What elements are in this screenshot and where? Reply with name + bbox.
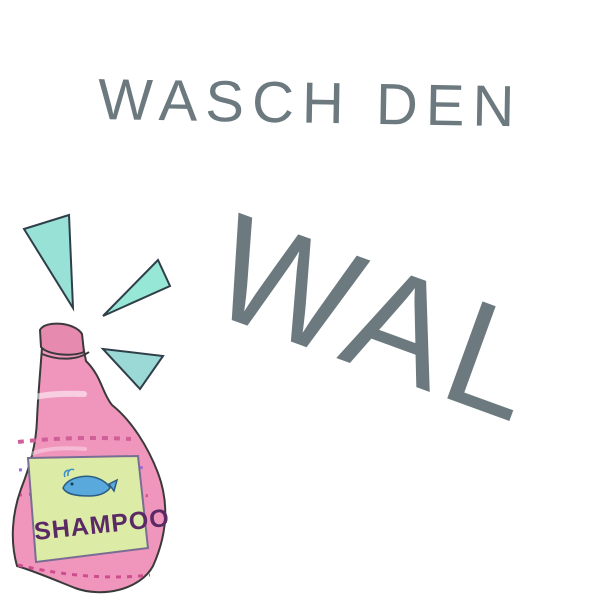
shampoo-bottle-icon: SHAMPOO (11, 322, 171, 594)
bottle-label-text: SHAMPOO (33, 504, 171, 546)
illustration-canvas: WASCH DEN WAL SHAMPOO (0, 0, 600, 600)
whale-icon (62, 468, 119, 497)
accent-word: WAL (191, 181, 567, 455)
headline-text: WASCH DEN (97, 67, 523, 140)
spark-icon (22, 213, 172, 391)
